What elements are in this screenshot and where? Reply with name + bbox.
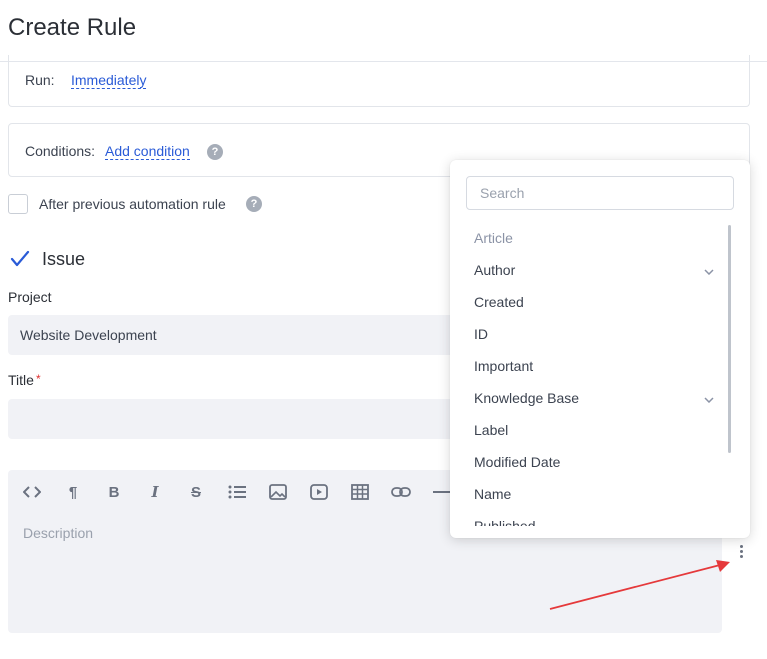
option-label: ID [474,326,488,342]
chevron-down-icon [704,382,714,414]
option-modified-date[interactable]: Modified Date [450,446,730,478]
check-icon [10,250,30,267]
option-label: Author [474,262,516,278]
after-previous-checkbox[interactable] [8,194,28,214]
option-label: Published [474,518,536,526]
field-dropdown: Article Author Created ID Important Know… [450,160,750,538]
bold-icon[interactable]: B [103,482,125,502]
option-label: Modified Date [474,454,561,470]
title-label-text: Title [8,372,34,388]
annotation-arrow-icon [549,560,730,610]
bullet-list-icon[interactable] [226,482,248,502]
option-important[interactable]: Important [450,350,730,382]
run-label: Run: [25,72,55,88]
table-icon[interactable] [349,482,371,502]
option-label: Name [474,486,512,502]
page-title: Create Rule [8,14,137,41]
image-icon[interactable] [267,482,289,502]
add-condition-link[interactable]: Add condition [105,143,190,160]
dropdown-search-input[interactable] [466,176,734,210]
option-name[interactable]: Name [450,478,730,510]
option-author[interactable]: Author [450,254,730,286]
project-value: Website Development [20,327,157,343]
option-label: Knowledge Base [474,390,580,406]
dropdown-option-list: Author Created ID Important Knowledge Ba… [450,254,730,526]
project-label: Project [8,289,52,305]
option-published[interactable]: Published [450,510,730,526]
italic-icon[interactable]: I [144,482,166,502]
help-icon[interactable]: ? [207,144,223,160]
code-icon[interactable] [21,482,43,502]
description-placeholder: Description [23,525,94,541]
section-title: Issue [42,249,86,269]
dropdown-scrollbar[interactable] [728,225,731,453]
option-label: Created [474,294,524,310]
title-label: Title * [8,372,41,388]
option-knowledge-base[interactable]: Knowledge Base [450,382,730,414]
paragraph-icon[interactable]: ¶ [62,482,84,502]
option-label-field[interactable]: Label [450,414,730,446]
required-mark: * [35,372,41,386]
run-card: Run: Immediately [8,55,750,107]
option-label: Important [474,358,534,374]
strikethrough-icon[interactable]: S [185,482,207,502]
chevron-down-icon [704,254,714,286]
run-mode-link[interactable]: Immediately [71,72,147,89]
conditions-label: Conditions: [25,143,96,159]
option-id[interactable]: ID [450,318,730,350]
after-previous-label: After previous automation rule [39,196,226,212]
video-icon[interactable] [308,482,330,502]
help-icon[interactable]: ? [246,196,262,212]
group-label-article: Article [474,230,513,246]
option-label: Label [474,422,509,438]
link-icon[interactable] [390,482,412,502]
option-created[interactable]: Created [450,286,730,318]
